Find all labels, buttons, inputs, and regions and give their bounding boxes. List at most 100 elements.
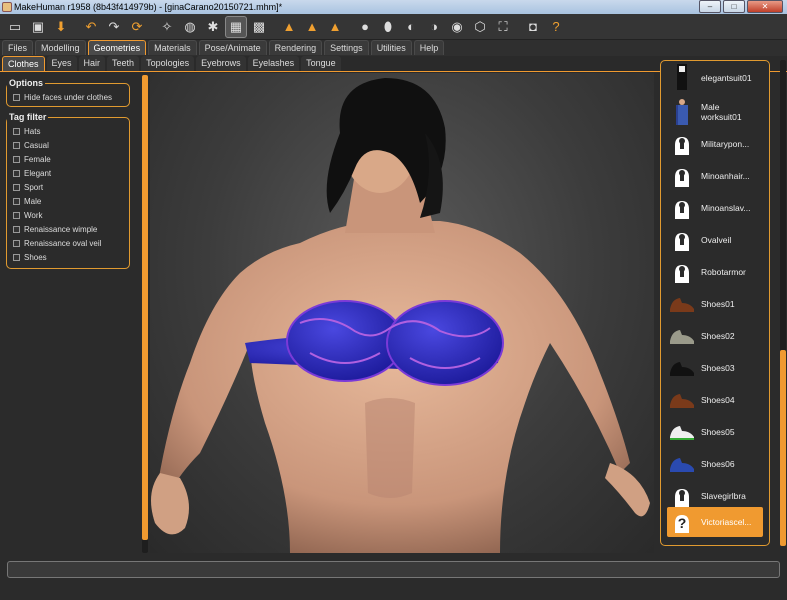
black-shoe-icon: [667, 353, 697, 383]
tag-work[interactable]: Work: [13, 208, 123, 222]
screenshot-icon[interactable]: ◉: [446, 16, 468, 38]
tab-utilities[interactable]: Utilities: [370, 40, 412, 55]
clothes-list-item[interactable]: Ovalveil: [667, 225, 763, 255]
tag-hats[interactable]: Hats: [13, 124, 123, 138]
tab-help[interactable]: Help: [413, 40, 445, 55]
tab-materials[interactable]: Materials: [148, 40, 197, 55]
clothes-item-label: Robotarmor: [701, 267, 746, 277]
checkbox-box[interactable]: [13, 155, 20, 163]
checkbox-box[interactable]: [13, 141, 20, 149]
clothes-list-item[interactable]: Robotarmor: [667, 257, 763, 287]
redo-icon[interactable]: ↷: [103, 16, 125, 38]
minimize-button[interactable]: –: [699, 0, 721, 13]
checkbox-box[interactable]: [13, 93, 20, 101]
checkbox-box[interactable]: [13, 225, 20, 233]
wireframe-icon[interactable]: ◍: [179, 16, 201, 38]
clothes-list-item[interactable]: Minoanhair...: [667, 161, 763, 191]
tag-label: Casual: [24, 140, 49, 150]
checkbox-box[interactable]: [13, 239, 20, 247]
frame-icon[interactable]: ⛶: [492, 16, 514, 38]
tag-renaissance-wimple[interactable]: Renaissance wimple: [13, 222, 123, 236]
clothes-list-item[interactable]: Male worksuit01: [667, 97, 763, 127]
left-view-icon[interactable]: ▲: [324, 16, 346, 38]
subtab-hair[interactable]: Hair: [78, 56, 106, 71]
clothes-list-item[interactable]: Shoes03: [667, 353, 763, 383]
subtab-eyelashes[interactable]: Eyelashes: [247, 56, 300, 71]
right-scroll-thumb[interactable]: [780, 350, 786, 546]
grid-icon[interactable]: ▦: [225, 15, 247, 38]
tab-pose-animate[interactable]: Pose/Animate: [198, 40, 267, 55]
clothes-list-item[interactable]: Shoes05: [667, 417, 763, 447]
reset-camera-view-icon[interactable]: ⬡: [469, 16, 491, 38]
close-button[interactable]: ✕: [747, 0, 783, 13]
bottom-view-icon[interactable]: ◐: [400, 16, 422, 38]
clothes-item-label: Shoes06: [701, 459, 735, 469]
front-view-icon[interactable]: ▲: [278, 16, 300, 38]
subtab-eyes[interactable]: Eyes: [46, 56, 77, 71]
tag-casual[interactable]: Casual: [13, 138, 123, 152]
clothes-list-item[interactable]: ? Victoriascel...: [667, 507, 763, 537]
tab-files[interactable]: Files: [2, 40, 34, 55]
checkbox-box[interactable]: [13, 197, 20, 205]
hide-faces-checkbox[interactable]: Hide faces under clothes: [13, 90, 123, 104]
clothes-item-label: Ovalveil: [701, 235, 732, 245]
question-thumb-icon: ?: [667, 507, 697, 537]
window-icon[interactable]: ▭: [4, 16, 26, 38]
white-shoe-icon: [667, 417, 697, 447]
left-panel: Options Hide faces under clothes Tag fil…: [0, 73, 140, 553]
help-icon[interactable]: ?: [545, 16, 567, 38]
tab-geometries[interactable]: Geometries: [87, 40, 147, 55]
save-icon[interactable]: ▣: [27, 16, 49, 38]
clothes-item-label: Shoes04: [701, 395, 735, 405]
checkbox-box[interactable]: [13, 211, 20, 219]
subtab-clothes[interactable]: Clothes: [2, 56, 45, 71]
bra-cup-left: [286, 300, 404, 382]
back-view-icon[interactable]: ▲: [301, 16, 323, 38]
clothes-list-item[interactable]: elegantsuit01: [667, 63, 763, 93]
subtab-tongue[interactable]: Tongue: [301, 56, 341, 71]
checkbox-box[interactable]: [13, 169, 20, 177]
clothes-list-item[interactable]: Shoes06: [667, 449, 763, 479]
clothes-list-item[interactable]: Shoes01: [667, 289, 763, 319]
checkbox-box[interactable]: [13, 183, 20, 191]
blue-shoe-icon: [667, 449, 697, 479]
reset-camera-icon[interactable]: ◑: [423, 16, 445, 38]
tag-female[interactable]: Female: [13, 152, 123, 166]
right-scrollbar[interactable]: [780, 60, 786, 546]
tag-label: Hats: [24, 126, 41, 136]
checkbox-box[interactable]: [13, 253, 20, 261]
subtab-topologies[interactable]: Topologies: [141, 56, 195, 71]
subtab-eyebrows[interactable]: Eyebrows: [196, 56, 246, 71]
3d-viewport[interactable]: [150, 73, 654, 553]
clothes-list-item[interactable]: Shoes02: [667, 321, 763, 351]
tag-renaissance-oval-veil[interactable]: Renaissance oval veil: [13, 236, 123, 250]
smooth-icon[interactable]: ✧: [156, 16, 178, 38]
window-title: MakeHuman r1958 (8b43f414979b) - [ginaCa…: [14, 2, 283, 12]
clothes-list-item[interactable]: Minoanslav...: [667, 193, 763, 223]
tab-settings[interactable]: Settings: [324, 40, 369, 55]
camera-icon[interactable]: ◘: [522, 16, 544, 38]
title-bar: MakeHuman r1958 (8b43f414979b) - [ginaCa…: [0, 0, 787, 14]
checkbox-box[interactable]: [13, 127, 20, 135]
undo-icon[interactable]: ↶: [80, 16, 102, 38]
maximize-button[interactable]: □: [723, 0, 745, 13]
right-view-icon[interactable]: ●: [354, 16, 376, 38]
left-scroll-thumb[interactable]: [142, 75, 148, 540]
background-icon[interactable]: ▩: [248, 16, 270, 38]
tag-shoes[interactable]: Shoes: [13, 250, 123, 264]
left-scrollbar[interactable]: [142, 75, 148, 553]
clothes-list-item[interactable]: Militarypon...: [667, 129, 763, 159]
pose-icon[interactable]: ✱: [202, 16, 224, 38]
tag-sport[interactable]: Sport: [13, 180, 123, 194]
tab-rendering[interactable]: Rendering: [268, 40, 323, 55]
export-icon[interactable]: ⬇: [50, 16, 72, 38]
tag-male[interactable]: Male: [13, 194, 123, 208]
clothes-item-label: elegantsuit01: [701, 73, 752, 83]
top-view-icon[interactable]: ⬮: [377, 16, 399, 38]
status-bar: [7, 561, 780, 578]
subtab-teeth[interactable]: Teeth: [107, 56, 140, 71]
clothes-list-item[interactable]: Shoes04: [667, 385, 763, 415]
tag-elegant[interactable]: Elegant: [13, 166, 123, 180]
reset-icon[interactable]: ⟳: [126, 16, 148, 38]
tab-modelling[interactable]: Modelling: [35, 40, 86, 55]
